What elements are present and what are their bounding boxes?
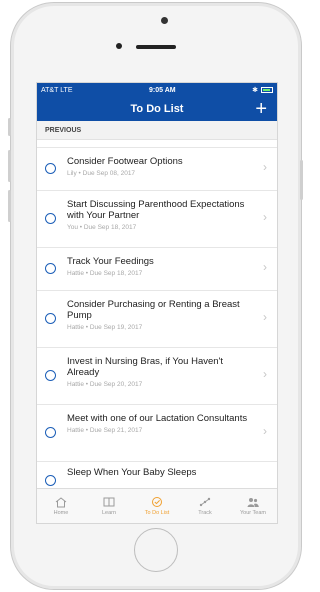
earpiece-speaker: [136, 45, 176, 49]
tab-to-do-list[interactable]: To Do List: [133, 489, 181, 523]
task-meta: Hattie • Due Sep 18, 2017: [67, 270, 143, 277]
power-button: [300, 160, 303, 200]
task-title: Meet with one of our Lactation Consultan…: [67, 413, 248, 424]
task-row[interactable]: Consider Footwear Options Lily • Due Sep…: [37, 148, 277, 191]
task-row[interactable]: Track Your Feedings Hattie • Due Sep 18,…: [37, 248, 277, 291]
clock: 9:05 AM: [149, 86, 176, 94]
task-row[interactable]: Consider Purchasing or Renting a Breast …: [37, 291, 277, 348]
front-camera: [161, 17, 168, 24]
tab-label: Track: [198, 510, 212, 516]
tab-your-team[interactable]: Your Team: [229, 489, 277, 523]
camera-dot: [116, 43, 122, 49]
section-label: PREVIOUS: [45, 126, 82, 134]
task-row[interactable]: Start Discussing Parenthood Expectations…: [37, 191, 277, 248]
book-icon: [103, 497, 115, 507]
task-meta: Hattie • Due Sep 21, 2017: [67, 427, 143, 434]
task-meta: Hattie • Due Sep 19, 2017: [67, 324, 143, 331]
chevron-right-icon: ›: [263, 260, 267, 274]
tab-bar: Home Learn To Do List Track Your Team: [37, 488, 277, 523]
tab-learn[interactable]: Learn: [85, 489, 133, 523]
nav-bar: To Do List +: [37, 97, 277, 121]
section-header: PREVIOUS: [37, 121, 277, 140]
track-icon: [199, 497, 211, 507]
tab-home[interactable]: Home: [37, 489, 85, 523]
app-screen: AT&T LTE 9:05 AM ✱ To Do List + PREVIOUS…: [36, 82, 278, 524]
chevron-right-icon: ›: [263, 160, 267, 174]
task-checkbox[interactable]: [45, 213, 56, 224]
task-meta: Lily • Due Sep 08, 2017: [67, 170, 136, 177]
task-title: Start Discussing Parenthood Expectations…: [67, 199, 245, 221]
task-checkbox[interactable]: [45, 163, 56, 174]
task-title: Track Your Feedings: [67, 256, 154, 267]
task-meta: Hattie • Due Sep 20, 2017: [67, 381, 143, 388]
task-title: Consider Purchasing or Renting a Breast …: [67, 299, 240, 321]
volume-down-button: [8, 190, 11, 222]
task-checkbox[interactable]: [45, 427, 56, 438]
battery-icon: [260, 87, 273, 93]
task-row[interactable]: Invest in Nursing Bras, if You Haven't A…: [37, 348, 277, 405]
chevron-right-icon: ›: [263, 367, 267, 381]
task-checkbox[interactable]: [45, 475, 56, 486]
tab-track[interactable]: Track: [181, 489, 229, 523]
home-icon: [55, 497, 67, 508]
check-icon: [152, 497, 162, 507]
task-meta: You • Due Sep 18, 2017: [67, 224, 137, 231]
task-checkbox[interactable]: [45, 263, 56, 274]
page-title: To Do List: [130, 103, 184, 115]
chevron-right-icon: ›: [263, 424, 267, 438]
task-list: Consider Footwear Options Lily • Due Sep…: [37, 140, 277, 502]
home-button[interactable]: [134, 528, 178, 572]
team-icon: [247, 498, 259, 507]
carrier-label: AT&T LTE: [41, 86, 73, 94]
volume-up-button: [8, 150, 11, 182]
add-task-button[interactable]: +: [255, 97, 267, 121]
task-row[interactable]: Meet with one of our Lactation Consultan…: [37, 405, 277, 462]
task-title: Consider Footwear Options: [67, 156, 183, 167]
tab-label: Your Team: [240, 510, 266, 516]
mute-switch: [8, 118, 11, 136]
task-title: Invest in Nursing Bras, if You Haven't A…: [67, 356, 224, 378]
task-checkbox[interactable]: [45, 370, 56, 381]
list-spacer: [37, 140, 277, 148]
chevron-right-icon: ›: [263, 210, 267, 224]
task-checkbox[interactable]: [45, 313, 56, 324]
chevron-right-icon: ›: [263, 310, 267, 324]
status-bar: AT&T LTE 9:05 AM ✱: [37, 83, 277, 97]
tab-label: Learn: [101, 510, 117, 516]
tab-label: Home: [53, 510, 69, 516]
tab-label: To Do List: [144, 510, 170, 516]
bluetooth-icon: ✱: [252, 87, 258, 94]
task-title: Sleep When Your Baby Sleeps: [67, 467, 197, 478]
